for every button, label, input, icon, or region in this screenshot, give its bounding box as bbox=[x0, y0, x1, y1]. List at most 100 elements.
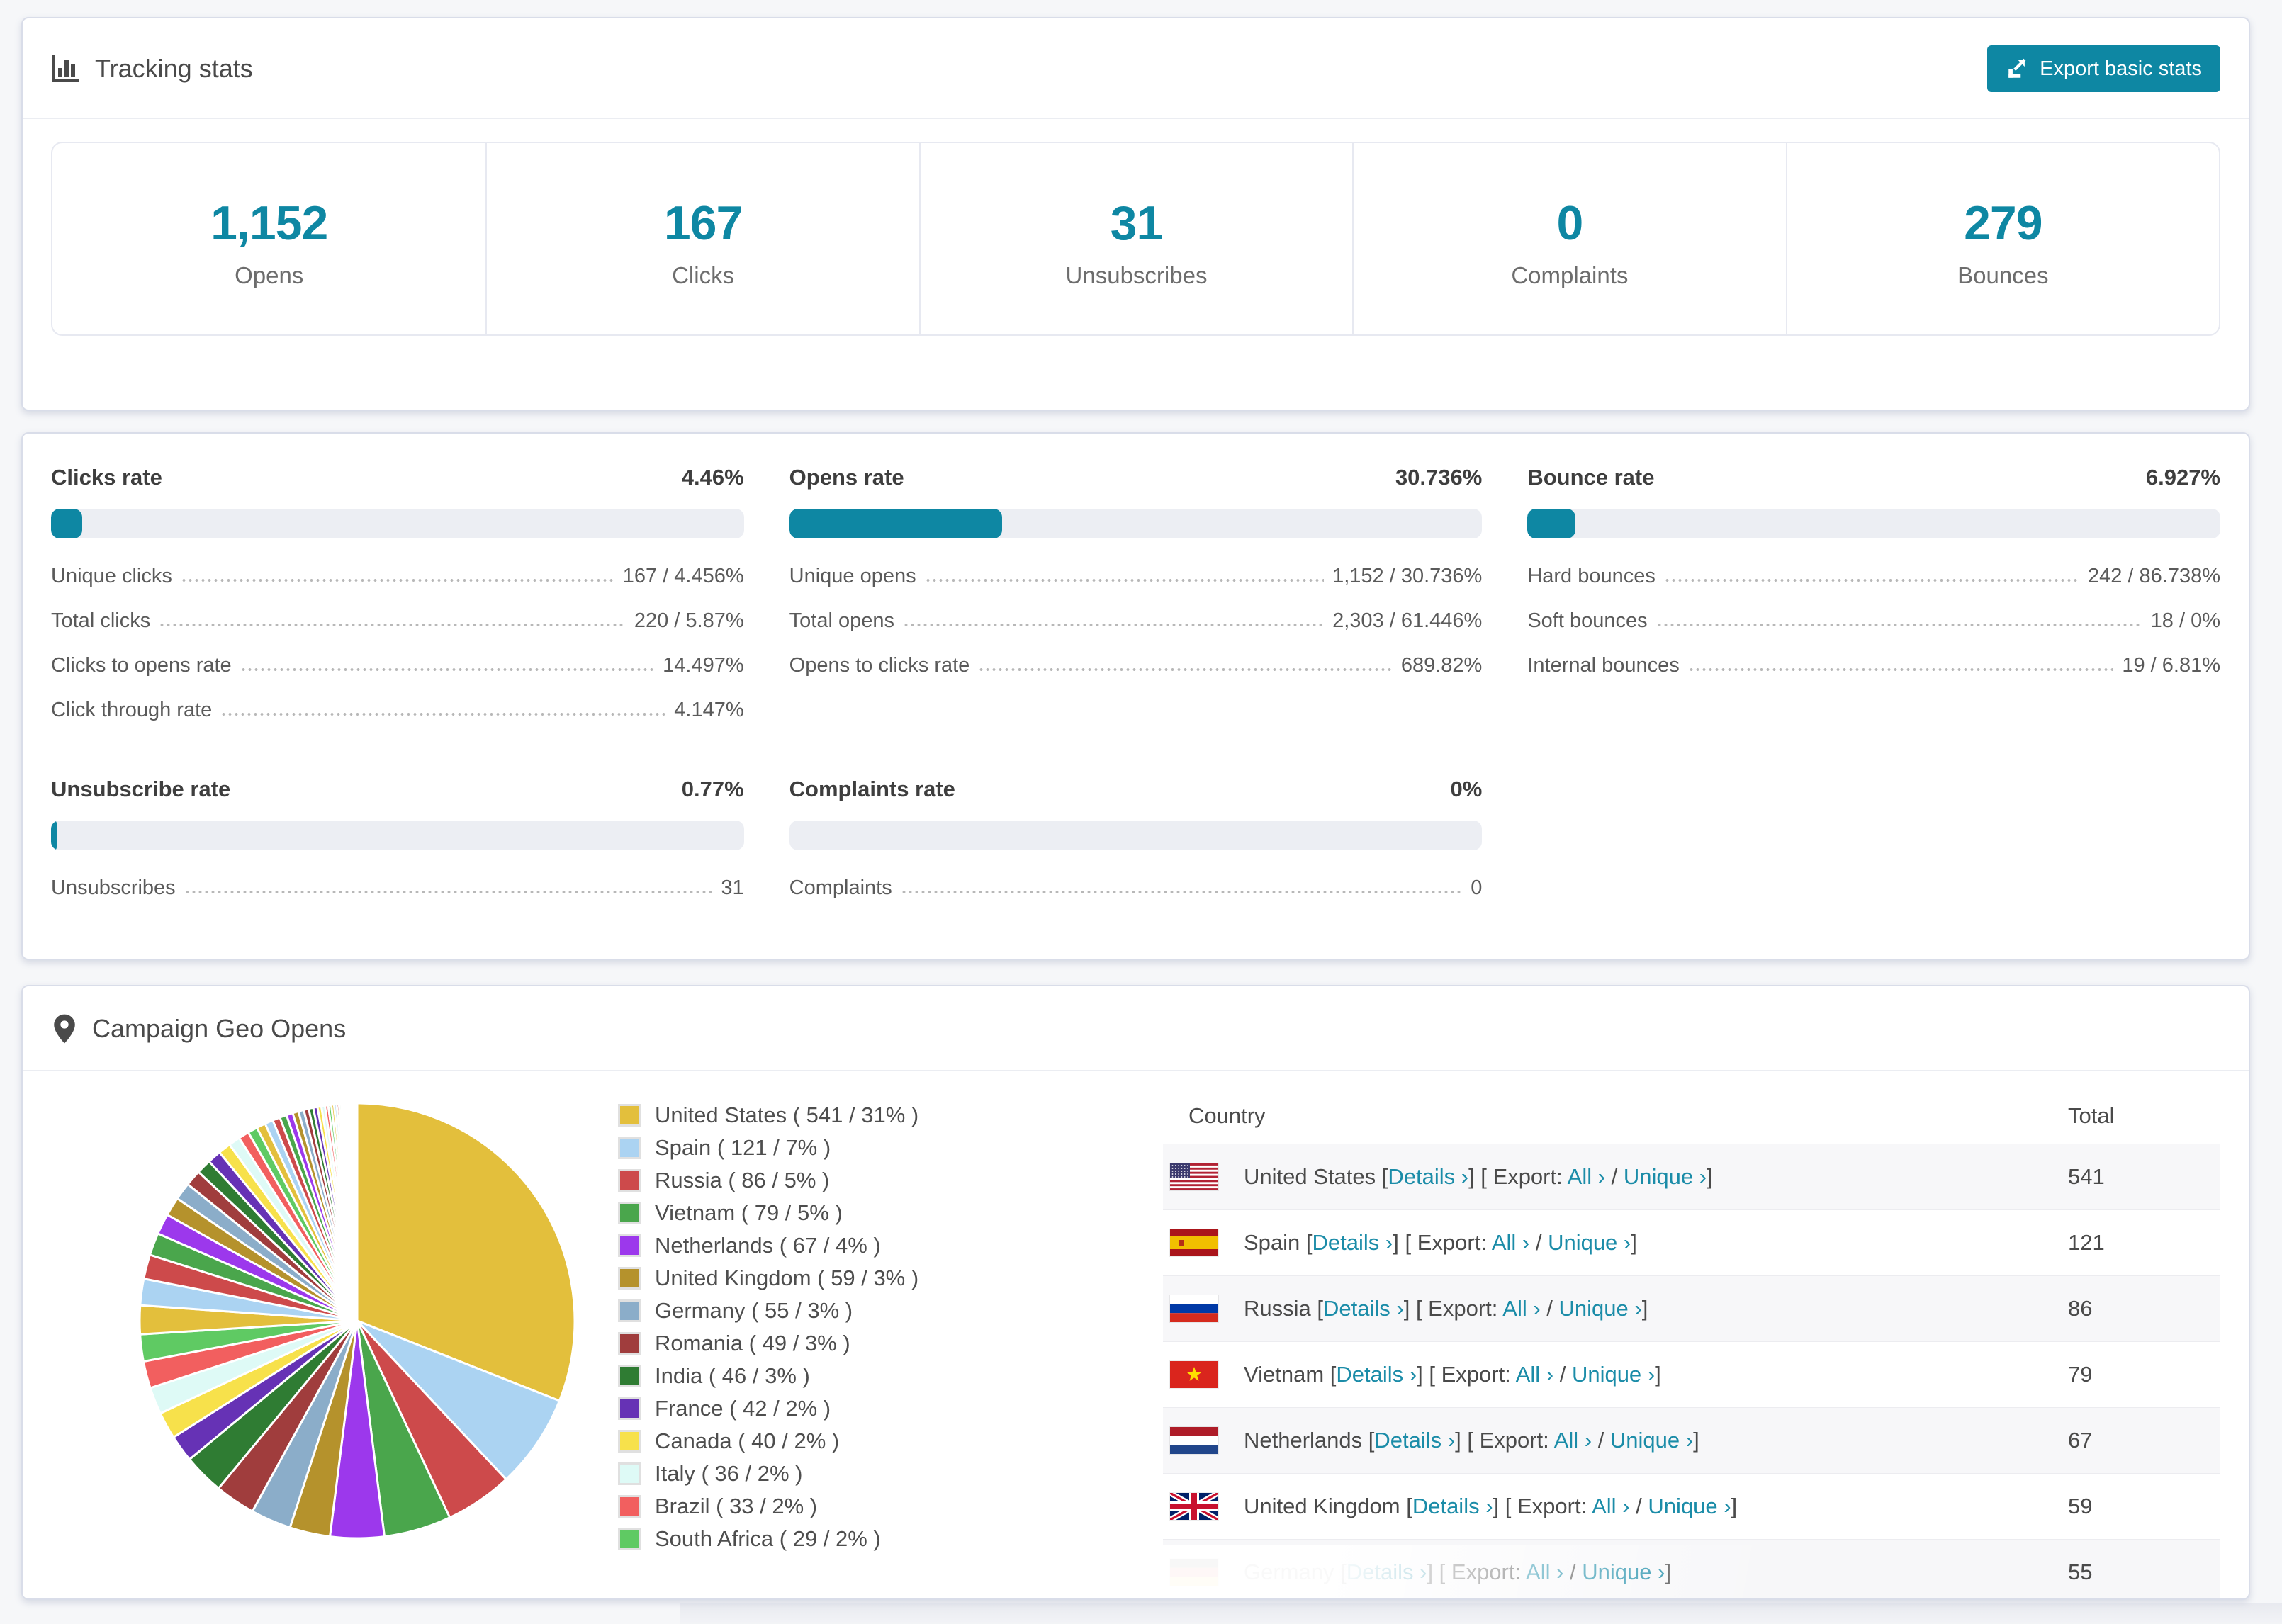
dotted-leader bbox=[1663, 579, 2079, 582]
legend-swatch bbox=[618, 1528, 641, 1550]
geo-country-cell: Netherlands [Details ›] [ Export: All › … bbox=[1244, 1428, 1699, 1453]
geo-table: Country Total United States [Details ›] … bbox=[1154, 1088, 2220, 1598]
legend-swatch bbox=[618, 1397, 641, 1420]
export-all-link[interactable]: All › bbox=[1502, 1296, 1540, 1321]
export-unique-link[interactable]: Unique › bbox=[1572, 1362, 1655, 1387]
geo-country-cell: Germany [Details ›] [ Export: All › / Un… bbox=[1244, 1560, 1672, 1584]
country-column-header: Country bbox=[1188, 1103, 1266, 1128]
rate-metric-row: Unsubscribes 31 bbox=[51, 866, 744, 910]
export-all-link[interactable]: All › bbox=[1516, 1362, 1553, 1387]
geo-pie-wrap bbox=[51, 1088, 618, 1547]
legend-label: Netherlands ( 67 / 4% ) bbox=[655, 1233, 881, 1258]
details-link[interactable]: Details › bbox=[1347, 1560, 1427, 1584]
export-unique-link[interactable]: Unique › bbox=[1648, 1494, 1731, 1518]
legend-swatch bbox=[618, 1202, 641, 1224]
geo-body: United States ( 541 / 31% ) Spain ( 121 … bbox=[23, 1071, 2249, 1598]
details-link[interactable]: Details › bbox=[1412, 1494, 1493, 1518]
rate-metric-row: Clicks to opens rate 14.497% bbox=[51, 643, 744, 688]
legend-swatch bbox=[618, 1299, 641, 1322]
legend-item: Germany ( 55 / 3% ) bbox=[618, 1298, 1118, 1324]
export-unique-link[interactable]: Unique › bbox=[1610, 1428, 1693, 1453]
dotted-leader bbox=[900, 891, 1463, 893]
rate-metric-value: 4.147% bbox=[674, 699, 744, 721]
export-prefix: Export: bbox=[1486, 1164, 1568, 1189]
rate-value: 6.927% bbox=[2145, 465, 2220, 490]
export-unique-link[interactable]: Unique › bbox=[1559, 1296, 1642, 1321]
rate-value: 30.736% bbox=[1395, 465, 1483, 490]
rate-metric-value: 19 / 6.81% bbox=[2122, 654, 2220, 677]
rate-block: Clicks rate 4.46% Unique clicks 167 / 4.… bbox=[51, 465, 744, 733]
rate-value: 0.77% bbox=[681, 777, 744, 801]
export-prefix: Export: bbox=[1411, 1230, 1492, 1255]
stat-cell: 1,152 Opens bbox=[52, 143, 485, 334]
export-unique-link[interactable]: Unique › bbox=[1624, 1164, 1707, 1189]
legend-label: France ( 42 / 2% ) bbox=[655, 1396, 831, 1421]
legend-item: France ( 42 / 2% ) bbox=[618, 1396, 1118, 1421]
tracking-stats-title-row: Tracking stats bbox=[51, 54, 253, 84]
rate-title: Clicks rate bbox=[51, 465, 162, 490]
page-title: Tracking stats bbox=[95, 54, 253, 83]
legend-swatch bbox=[618, 1137, 641, 1159]
legend-item: India ( 46 / 3% ) bbox=[618, 1363, 1118, 1389]
export-button-label: Export basic stats bbox=[2040, 57, 2202, 80]
geo-total-cell: 541 bbox=[2068, 1164, 2105, 1189]
export-all-link[interactable]: All › bbox=[1554, 1428, 1592, 1453]
rate-rows: Unsubscribes 31 bbox=[51, 866, 744, 910]
map-pin-icon bbox=[54, 1014, 75, 1044]
export-all-link[interactable]: All › bbox=[1526, 1560, 1563, 1584]
details-link[interactable]: Details › bbox=[1336, 1362, 1417, 1387]
export-all-link[interactable]: All › bbox=[1492, 1230, 1529, 1255]
export-basic-stats-button[interactable]: Export basic stats bbox=[1987, 45, 2220, 92]
legend-item: Netherlands ( 67 / 4% ) bbox=[618, 1233, 1118, 1258]
dotted-leader bbox=[180, 579, 614, 582]
geo-total-cell: 86 bbox=[2068, 1296, 2093, 1321]
rate-head: Bounce rate 6.927% bbox=[1527, 465, 2220, 490]
country-flag-icon bbox=[1170, 1163, 1218, 1190]
stat-cell: 167 Clicks bbox=[485, 143, 918, 334]
geo-opens-header: Campaign Geo Opens bbox=[23, 986, 2249, 1071]
export-all-link[interactable]: All › bbox=[1568, 1164, 1605, 1189]
geo-opens-card: Campaign Geo Opens United States ( 541 /… bbox=[21, 985, 2250, 1600]
legend-item: Italy ( 36 / 2% ) bbox=[618, 1461, 1118, 1487]
rate-metric-label: Hard bounces bbox=[1527, 565, 1656, 587]
rate-rows: Unique clicks 167 / 4.456% Total clicks … bbox=[51, 554, 744, 733]
rates-grid: Clicks rate 4.46% Unique clicks 167 / 4.… bbox=[23, 434, 2249, 910]
legend-item: Spain ( 121 / 7% ) bbox=[618, 1135, 1118, 1161]
country-flag-icon bbox=[1170, 1361, 1218, 1388]
export-unique-link[interactable]: Unique › bbox=[1582, 1560, 1665, 1584]
rate-metric-label: Unique clicks bbox=[51, 565, 172, 587]
details-link[interactable]: Details › bbox=[1374, 1428, 1455, 1453]
details-link[interactable]: Details › bbox=[1388, 1164, 1468, 1189]
legend-item: South Africa ( 29 / 2% ) bbox=[618, 1526, 1118, 1552]
export-prefix: Export: bbox=[1445, 1560, 1527, 1584]
tracking-stats-card: Tracking stats Export basic stats 1,152 … bbox=[21, 17, 2250, 411]
legend-swatch bbox=[618, 1365, 641, 1387]
rate-metric-label: Soft bounces bbox=[1527, 609, 1648, 632]
rate-metric-label: Opens to clicks rate bbox=[789, 654, 970, 677]
dotted-leader bbox=[220, 713, 666, 716]
export-unique-link[interactable]: Unique › bbox=[1548, 1230, 1631, 1255]
dotted-leader bbox=[1656, 624, 2142, 626]
dotted-leader bbox=[924, 579, 1325, 582]
pie-slice[interactable] bbox=[355, 1102, 359, 1321]
geo-total-cell: 67 bbox=[2068, 1428, 2093, 1453]
rates-card: Clicks rate 4.46% Unique clicks 167 / 4.… bbox=[21, 432, 2250, 960]
stat-label: Unsubscribes bbox=[1065, 262, 1208, 288]
details-link[interactable]: Details › bbox=[1323, 1296, 1404, 1321]
dotted-leader bbox=[902, 624, 1325, 626]
legend-label: United Kingdom ( 59 / 3% ) bbox=[655, 1265, 919, 1290]
legend-label: Canada ( 40 / 2% ) bbox=[655, 1428, 840, 1453]
rate-value: 4.46% bbox=[681, 465, 744, 490]
rate-metric-label: Clicks to opens rate bbox=[51, 654, 232, 677]
export-all-link[interactable]: All › bbox=[1592, 1494, 1629, 1518]
stat-label: Clicks bbox=[672, 262, 735, 288]
stat-value: 0 bbox=[1556, 196, 1583, 250]
legend-item: Brazil ( 33 / 2% ) bbox=[618, 1494, 1118, 1519]
rate-metric-row: Unique opens 1,152 / 30.736% bbox=[789, 554, 1483, 599]
rate-progress-fill bbox=[1527, 509, 1576, 538]
bar-chart-icon bbox=[52, 55, 79, 82]
rate-metric-row: Opens to clicks rate 689.82% bbox=[789, 643, 1483, 688]
details-link[interactable]: Details › bbox=[1313, 1230, 1393, 1255]
geo-pie[interactable] bbox=[130, 1094, 584, 1547]
geo-table-row: Spain [Details ›] [ Export: All › / Uniq… bbox=[1163, 1209, 2220, 1275]
